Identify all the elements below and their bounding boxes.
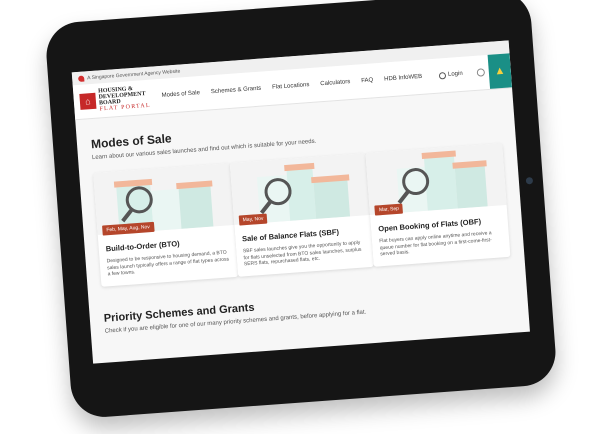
house-logo-icon: ⌂	[79, 92, 97, 110]
nav-faq[interactable]: FAQ	[361, 77, 373, 84]
card-title: Open Booking of Flats (OBF)	[378, 216, 482, 234]
card-bto[interactable]: Feb, May, Aug, Nov Build-to-Order (BTO) …	[93, 163, 238, 287]
sale-cards: Feb, May, Aug, Nov Build-to-Order (BTO) …	[93, 143, 511, 287]
camera-dot	[525, 176, 534, 185]
card-title: Sale of Balance Flats (SBF)	[241, 227, 340, 244]
nav-modes-of-sale[interactable]: Modes of Sale	[161, 90, 200, 99]
card-sbf[interactable]: May, Nov Sale of Balance Flats (SBF) SBF…	[229, 153, 375, 277]
lion-head-icon	[77, 75, 85, 82]
card-obf[interactable]: Mar, Sep Open Booking of Flats (OBF) Fla…	[365, 143, 511, 267]
nav-calculators[interactable]: Calculators	[320, 79, 350, 87]
nav-schemes-grants[interactable]: Schemes & Grants	[211, 86, 262, 96]
card-description: SBF sales launches give you the opportun…	[242, 239, 362, 268]
nav-hdb-infoweb[interactable]: HDB InfoWEB	[384, 74, 422, 83]
login-button[interactable]: Login	[438, 70, 463, 80]
launch-months-badge: Mar, Sep	[374, 203, 404, 216]
nav-links: Modes of Sale Schemes & Grants Flat Loca…	[161, 73, 433, 99]
tablet-device: A Singapore Government Agency Website ⌂ …	[44, 0, 558, 420]
browser-screen: A Singapore Government Agency Website ⌂ …	[71, 40, 530, 364]
hdb-logo[interactable]: ⌂ HOUSING & DEVELOPMENT BOARD FLAT PORTA…	[79, 85, 155, 114]
card-description: Flat buyers can apply online anytime and…	[379, 230, 492, 258]
alert-button[interactable]: ▲	[487, 53, 513, 89]
main-content: Modes of Sale Learn about our various sa…	[77, 106, 528, 336]
launch-months-badge: May, Nov	[238, 213, 268, 226]
user-icon	[438, 71, 447, 80]
warning-icon: ▲	[493, 64, 506, 77]
search-icon[interactable]	[476, 68, 485, 77]
nav-flat-locations[interactable]: Flat Locations	[272, 82, 310, 91]
card-description: Designed to be responsive to housing dem…	[106, 249, 230, 278]
card-title: Build-to-Order (BTO)	[105, 239, 180, 254]
logo-text: HOUSING & DEVELOPMENT BOARD FLAT PORTAL	[98, 85, 151, 112]
login-label: Login	[447, 70, 463, 78]
